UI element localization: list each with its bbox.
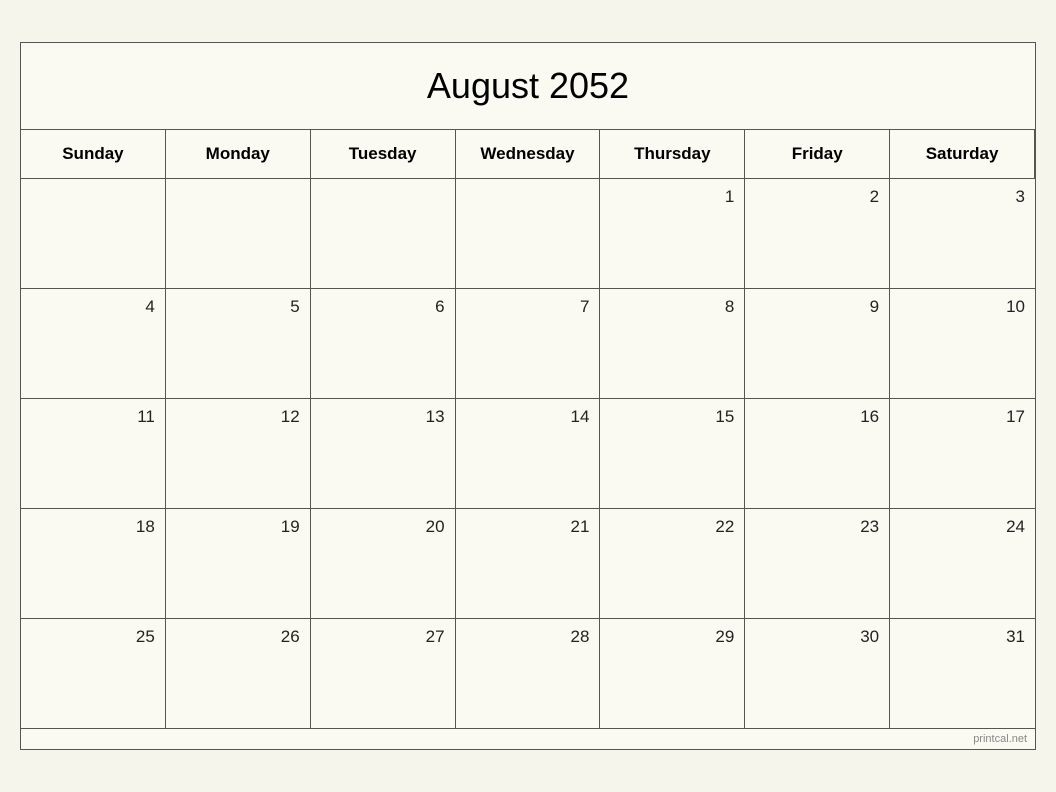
day-cell-11: 11: [21, 399, 166, 509]
day-cell-4: 4: [21, 289, 166, 399]
calendar-title: August 2052: [21, 43, 1035, 130]
day-number-21: 21: [571, 517, 590, 537]
header-thursday: Thursday: [600, 130, 745, 179]
day-number-9: 9: [870, 297, 879, 317]
day-number-19: 19: [281, 517, 300, 537]
day-number-1: 1: [725, 187, 734, 207]
day-number-29: 29: [715, 627, 734, 647]
day-cell-8: 8: [600, 289, 745, 399]
day-number-23: 23: [860, 517, 879, 537]
day-cell-2: 2: [745, 179, 890, 289]
day-cell-26: 26: [166, 619, 311, 729]
day-cell-1: 1: [600, 179, 745, 289]
day-cell-6: 6: [311, 289, 456, 399]
day-cell-10: 10: [890, 289, 1035, 399]
day-cell-22: 22: [600, 509, 745, 619]
day-number-17: 17: [1006, 407, 1025, 427]
day-cell-31: 31: [890, 619, 1035, 729]
day-cell-24: 24: [890, 509, 1035, 619]
day-cell-3: 3: [890, 179, 1035, 289]
day-number-11: 11: [137, 407, 155, 427]
day-cell-20: 20: [311, 509, 456, 619]
day-number-31: 31: [1006, 627, 1025, 647]
day-number-2: 2: [870, 187, 879, 207]
day-cell-29: 29: [600, 619, 745, 729]
day-number-26: 26: [281, 627, 300, 647]
day-number-30: 30: [860, 627, 879, 647]
day-number-3: 3: [1016, 187, 1025, 207]
day-number-4: 4: [145, 297, 154, 317]
day-cell-5: 5: [166, 289, 311, 399]
header-monday: Monday: [166, 130, 311, 179]
calendar-grid: Sunday Monday Tuesday Wednesday Thursday…: [21, 130, 1035, 729]
day-cell-19: 19: [166, 509, 311, 619]
day-cell-15: 15: [600, 399, 745, 509]
day-cell-empty-2: [166, 179, 311, 289]
day-cell-18: 18: [21, 509, 166, 619]
day-number-24: 24: [1006, 517, 1025, 537]
header-sunday: Sunday: [21, 130, 166, 179]
day-cell-23: 23: [745, 509, 890, 619]
day-cell-empty-1: [21, 179, 166, 289]
day-number-16: 16: [860, 407, 879, 427]
day-number-14: 14: [571, 407, 590, 427]
day-cell-empty-3: [311, 179, 456, 289]
calendar: August 2052 Sunday Monday Tuesday Wednes…: [20, 42, 1036, 750]
day-cell-7: 7: [456, 289, 601, 399]
watermark: printcal.net: [21, 729, 1035, 749]
day-number-18: 18: [136, 517, 155, 537]
day-number-25: 25: [136, 627, 155, 647]
day-number-15: 15: [715, 407, 734, 427]
day-cell-30: 30: [745, 619, 890, 729]
day-number-10: 10: [1006, 297, 1025, 317]
day-cell-21: 21: [456, 509, 601, 619]
day-number-13: 13: [426, 407, 445, 427]
day-cell-28: 28: [456, 619, 601, 729]
day-number-22: 22: [715, 517, 734, 537]
day-number-27: 27: [426, 627, 445, 647]
day-cell-9: 9: [745, 289, 890, 399]
day-cell-27: 27: [311, 619, 456, 729]
day-number-8: 8: [725, 297, 734, 317]
day-number-20: 20: [426, 517, 445, 537]
day-number-5: 5: [290, 297, 299, 317]
day-cell-16: 16: [745, 399, 890, 509]
day-cell-25: 25: [21, 619, 166, 729]
header-saturday: Saturday: [890, 130, 1035, 179]
day-number-28: 28: [571, 627, 590, 647]
day-number-12: 12: [281, 407, 300, 427]
day-cell-17: 17: [890, 399, 1035, 509]
header-tuesday: Tuesday: [311, 130, 456, 179]
header-wednesday: Wednesday: [456, 130, 601, 179]
day-number-7: 7: [580, 297, 589, 317]
day-cell-12: 12: [166, 399, 311, 509]
day-cell-14: 14: [456, 399, 601, 509]
day-cell-empty-4: [456, 179, 601, 289]
day-number-6: 6: [435, 297, 444, 317]
day-cell-13: 13: [311, 399, 456, 509]
header-friday: Friday: [745, 130, 890, 179]
